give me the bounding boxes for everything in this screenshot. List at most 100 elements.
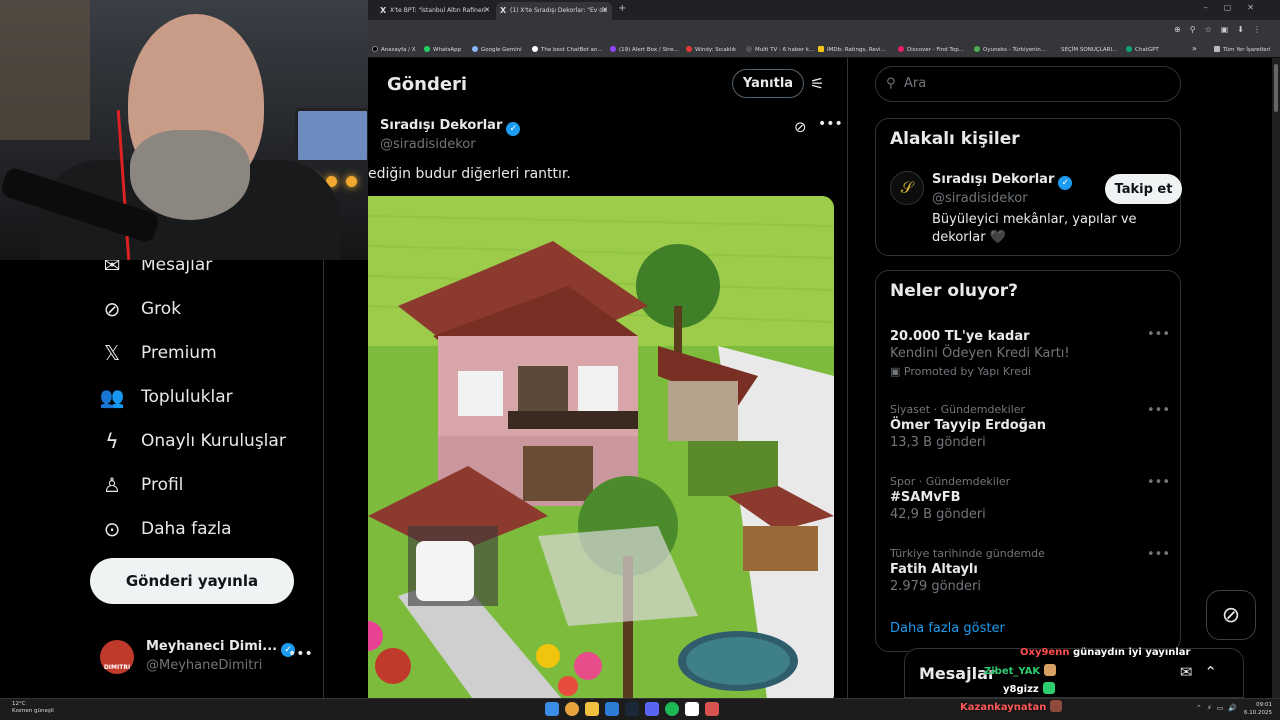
streaming-software-icon[interactable] (705, 702, 719, 716)
folder-icon (1214, 46, 1220, 52)
x-logo-icon: 𝕏 (103, 341, 121, 365)
weather-widget[interactable]: 12°C Kısmen güneşli (12, 701, 54, 715)
stream-chat-message: Kazankaynatan (960, 700, 1063, 713)
window-controls[interactable]: –▢✕ (1204, 3, 1270, 12)
browser-tab-active[interactable]: X (1) X'te Sıradışı Dekorlar: "Ev de ✕ (496, 2, 612, 20)
all-bookmarks-button[interactable]: Tüm Yer İşaretleri (1214, 46, 1270, 53)
streaming-app-icon[interactable] (685, 702, 699, 716)
spotify-icon[interactable] (665, 702, 679, 716)
nav-item-profile[interactable]: ♙ Profil (100, 470, 183, 500)
folder-icon[interactable] (585, 702, 599, 716)
bookmark-item[interactable]: Oyuneks - Türkiyenin... (974, 46, 1046, 53)
promoted-text: Promoted by Yapı Kredi (903, 365, 1032, 378)
reply-button[interactable]: Yanıtla (732, 69, 804, 98)
more-horizontal-icon[interactable]: ••• (1147, 403, 1170, 418)
grok-icon[interactable]: ⊘ (794, 118, 807, 136)
trend-item[interactable]: Türkiye tarihinde gündemde Fatih Altaylı… (890, 547, 1170, 594)
x-logo-icon: X (380, 6, 387, 15)
follow-button[interactable]: Takip et (1105, 174, 1182, 204)
related-user-handle[interactable]: @siradisidekor (932, 191, 1028, 206)
nav-item-premium[interactable]: 𝕏 Premium (100, 338, 217, 368)
related-name-row[interactable]: Sıradışı Dekorlar ✓ (932, 172, 1073, 190)
page-scrollbar[interactable] (1272, 58, 1280, 698)
related-people-title: Alakalı kişiler (890, 129, 1020, 149)
clock-time: 09:01 (1256, 702, 1272, 708)
bookmark-label: WhatsApp (433, 47, 462, 53)
trend-item[interactable]: Siyaset · Gündemdekiler Ömer Tayyip Erdo… (890, 403, 1170, 450)
trend-item[interactable]: Spor · Gündemdekiler #SAMvFB 42,9 B gönd… (890, 475, 1170, 522)
chat-username: Kazankaynatan (960, 702, 1047, 713)
more-horizontal-icon[interactable]: ••• (288, 646, 313, 662)
new-message-icon[interactable]: ✉ (1180, 663, 1205, 681)
bookmark-item[interactable]: Anasayfa / X (372, 46, 416, 53)
weather-desc: Kısmen güneşli (12, 708, 54, 714)
post-header: Gönderi Yanıtla ⚟ (368, 58, 847, 110)
collapse-up-icon[interactable]: ⌃ (1204, 663, 1229, 681)
windy-icon (686, 46, 692, 52)
taskbar-clock[interactable]: 09:01 6.10.2025 (1244, 701, 1272, 717)
chrome-icon[interactable] (565, 702, 579, 716)
sliders-icon[interactable]: ⚟ (810, 74, 824, 93)
more-circle-icon: ⊙ (103, 517, 121, 541)
post-image[interactable] (368, 196, 834, 698)
scrollbar-thumb[interactable] (1274, 64, 1278, 112)
grok-floating-button[interactable]: ⊘ (1206, 590, 1256, 640)
system-tray[interactable]: ⌃⚡▭🔊 (1196, 704, 1242, 712)
avatar[interactable]: 𝒮 (890, 171, 924, 205)
bookmarks-overflow-button[interactable]: » (1192, 44, 1197, 53)
account-name: Meyhaneci Dimi... (146, 639, 278, 654)
bookmark-item[interactable]: (19) Alert Box / Stre... (610, 46, 679, 53)
avatar: DIMITRI (100, 640, 134, 674)
nav-item-verified-orgs[interactable]: ϟ Onaylı Kuruluşlar (100, 426, 286, 456)
search-input[interactable]: ⚲ Ara (875, 66, 1181, 102)
nav-item-communities[interactable]: 👥 Topluluklar (100, 382, 233, 412)
nav-item-grok[interactable]: ⊘ Grok (100, 294, 181, 324)
more-horizontal-icon[interactable]: ••• (818, 116, 843, 132)
post-button[interactable]: Gönderi yayınla (90, 558, 294, 604)
trend-subtitle: Kendini Ödeyen Kredi Kartı! (890, 346, 1070, 361)
close-icon[interactable]: ✕ (484, 6, 490, 14)
store-icon[interactable] (605, 702, 619, 716)
bookmark-label: Google Gemini (481, 47, 522, 53)
bookmark-item[interactable]: SEÇİM SONUÇLARI... (1052, 46, 1117, 53)
post-author-handle[interactable]: @siradisidekor (380, 137, 476, 152)
discord-icon[interactable] (645, 702, 659, 716)
profile-icon: ♙ (103, 473, 121, 497)
close-icon[interactable]: ✕ (602, 6, 608, 14)
bookmark-label: ChatGPT (1135, 47, 1159, 53)
more-horizontal-icon[interactable]: ••• (1147, 547, 1170, 562)
browser-tab[interactable]: X X'te BPT: "İstanbul Altın Rafineri ✕ (376, 2, 494, 20)
trend-item[interactable]: 20.000 TL'ye kadar Kendini Ödeyen Kredi … (890, 327, 1170, 378)
browser-toolbar-icons[interactable]: ⊕⚲☆▣⬇⋮ (1174, 25, 1270, 34)
more-horizontal-icon[interactable]: ••• (1147, 475, 1170, 490)
bookmark-item[interactable]: Discover - Find Top... (898, 46, 964, 53)
gemini-icon (472, 46, 478, 52)
new-tab-button[interactable]: + (618, 3, 626, 14)
show-more-link[interactable]: Daha fazla göster (890, 621, 1005, 636)
bookmark-item[interactable]: The best ChatBot an... (532, 46, 603, 53)
x-logo-icon (372, 46, 378, 52)
messages-drawer-actions[interactable]: ✉⌃ (1180, 663, 1229, 681)
bookmark-item[interactable]: ChatGPT (1126, 46, 1159, 53)
more-horizontal-icon[interactable]: ••• (1147, 327, 1170, 342)
bookmark-item[interactable]: Multi TV - 6 haber k... (746, 46, 814, 53)
communities-icon: 👥 (99, 385, 125, 409)
account-switcher[interactable]: DIMITRI Meyhaneci Dimi... ✓ @MeyhaneDimit… (100, 636, 313, 678)
tv-icon (746, 46, 752, 52)
windows-start-icon[interactable] (545, 702, 559, 716)
weather-temp: 12°C (12, 701, 26, 707)
nav-item-label: Premium (141, 343, 217, 363)
bookmark-item[interactable]: Google Gemini (472, 46, 522, 53)
nav-item-label: Grok (141, 299, 182, 319)
bookmark-item[interactable]: IMDb: Ratings, Revi... (818, 46, 886, 53)
chat-emote-icon (1044, 664, 1057, 676)
bookmark-item[interactable]: WhatsApp (424, 46, 461, 53)
address-bar[interactable]: ⊕⚲☆▣⬇⋮ (368, 20, 1280, 42)
steam-icon[interactable] (625, 702, 639, 716)
nav-item-label: Onaylı Kuruluşlar (141, 431, 286, 451)
nav-item-more[interactable]: ⊙ Daha fazla (100, 514, 232, 544)
post-author-name-row[interactable]: Sıradışı Dekorlar ✓ (380, 118, 521, 136)
grok-icon: ⊘ (103, 297, 121, 321)
webcam-background-shelf (0, 0, 90, 140)
bookmark-item[interactable]: Windy: Sıcaklık (686, 46, 736, 53)
